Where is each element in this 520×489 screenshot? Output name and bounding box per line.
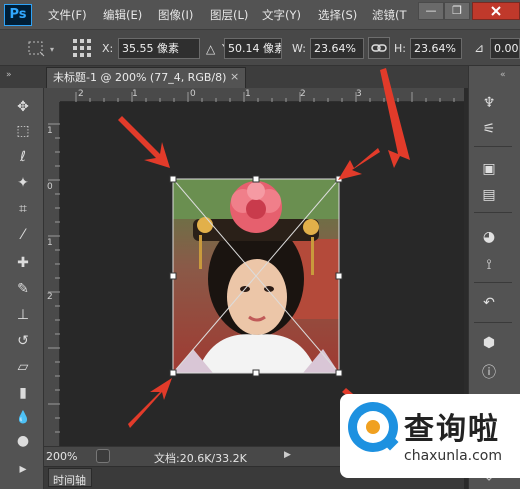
share-status-icon[interactable] <box>96 449 110 463</box>
panel-divider <box>474 146 512 147</box>
watermark-url: chaxunla.com <box>404 448 502 464</box>
arrow-top-left <box>118 116 170 168</box>
panel-divider <box>474 212 512 213</box>
dock-collapse-icon[interactable]: « <box>500 70 512 80</box>
document-size: 文档:20.6K/33.2K <box>154 452 247 465</box>
color-wheel-icon[interactable]: ◕ <box>478 226 500 248</box>
zoom-level[interactable]: 200% <box>46 450 77 463</box>
info-circle-icon[interactable]: ⓘ <box>478 362 500 384</box>
arrow-link-button <box>380 68 410 168</box>
panel-divider <box>474 282 512 283</box>
arrow-top-right <box>338 148 380 180</box>
timeline-tab-label: 时间轴 <box>53 474 86 487</box>
timeline-tab[interactable]: 时间轴 <box>48 468 92 487</box>
notes-icon[interactable]: ▤ <box>478 184 500 206</box>
arrow-bottom-left <box>128 378 172 428</box>
brush-presets-icon[interactable]: ♆ <box>478 92 500 114</box>
panel-divider <box>474 322 512 323</box>
3d-icon[interactable]: ⬢ <box>478 332 500 354</box>
history-icon[interactable]: ↶ <box>478 292 500 314</box>
info-icon[interactable]: ▣ <box>478 158 500 180</box>
status-menu-arrow-icon[interactable]: ▶ <box>284 450 294 462</box>
sliders-icon[interactable]: ⚟ <box>478 118 500 140</box>
watermark-brand-name: 查询啦 <box>404 412 500 447</box>
watermark-logo-dot <box>366 420 380 434</box>
paths-icon[interactable]: ⟟ <box>478 254 500 276</box>
